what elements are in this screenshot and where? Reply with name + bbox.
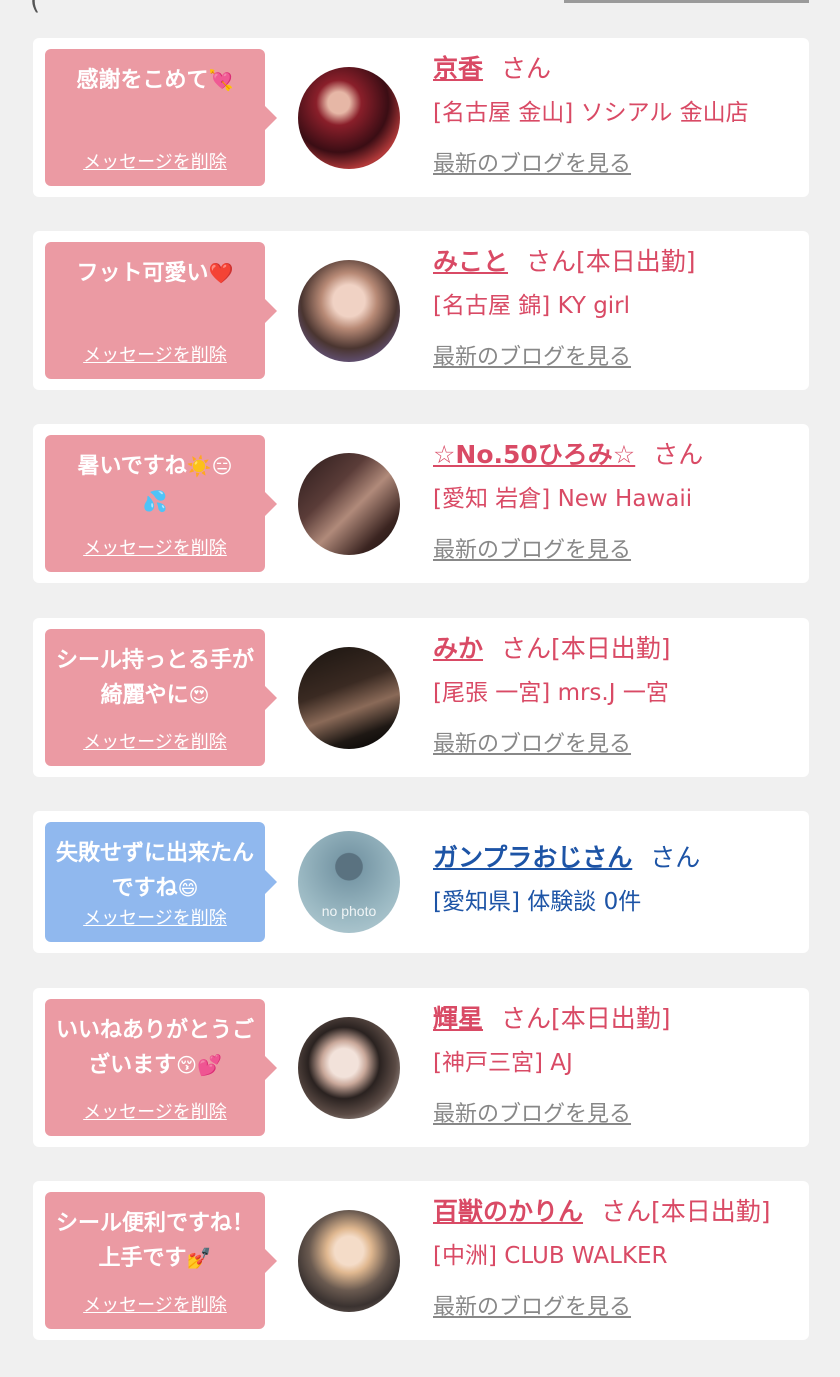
message-bubble: 感謝をこめて💘 メッセージを削除 bbox=[45, 49, 277, 186]
latest-blog-link[interactable]: 最新のブログを見る bbox=[433, 1100, 801, 1130]
delete-message-link[interactable]: メッセージを削除 bbox=[45, 534, 265, 560]
message-text: 感謝をこめて💘 bbox=[76, 68, 234, 93]
latest-blog-link[interactable]: 最新のブログを見る bbox=[433, 343, 801, 373]
honorific: さん bbox=[601, 1197, 652, 1226]
cast-name-link[interactable]: みか bbox=[433, 634, 483, 663]
delete-message-link[interactable]: メッセージを削除 bbox=[45, 1291, 265, 1317]
cast-name-link[interactable]: みこと bbox=[433, 247, 508, 276]
message-text: いいねありがとうございます😚💕 bbox=[55, 1018, 254, 1078]
cast-name-link[interactable]: 百獣のかりん bbox=[433, 1197, 583, 1226]
delete-message-link[interactable]: メッセージを削除 bbox=[45, 728, 265, 754]
attendance-status: [本日出勤] bbox=[551, 1004, 671, 1033]
honorific: さん bbox=[501, 1004, 552, 1033]
message-emoji: ❤️ bbox=[208, 261, 234, 285]
message-emoji: 💘 bbox=[208, 68, 234, 92]
cast-avatar[interactable] bbox=[298, 1017, 400, 1119]
honorific: さん bbox=[653, 440, 704, 469]
delete-message-link[interactable]: メッセージを削除 bbox=[45, 148, 265, 174]
message-card: 失敗せずに出来たんですね😄 メッセージを削除 no photo ガンプラおじさん… bbox=[33, 811, 809, 953]
honorific: さん bbox=[650, 843, 701, 872]
shop-name: [中洲] CLUB WALKER bbox=[433, 1243, 668, 1269]
cast-name-link[interactable]: 京香 bbox=[433, 54, 483, 83]
shop-name: [尾張 一宮] mrs.J 一宮 bbox=[433, 680, 669, 706]
delete-message-link[interactable]: メッセージを削除 bbox=[45, 1098, 265, 1124]
cast-name-link[interactable]: ☆No.50ひろみ☆ bbox=[433, 440, 635, 469]
cast-name-link[interactable]: 輝星 bbox=[433, 1004, 483, 1033]
attendance-status: [本日出勤] bbox=[576, 247, 696, 276]
message-card: いいねありがとうございます😚💕 メッセージを削除 輝星 さん[本日出勤] [神戸三… bbox=[33, 988, 809, 1147]
cast-avatar[interactable] bbox=[298, 67, 400, 169]
message-text: 暑いですね☀️😑💦 bbox=[77, 454, 233, 513]
latest-blog-link[interactable]: 最新のブログを見る bbox=[433, 536, 801, 566]
shop-name: [神戸三宮] AJ bbox=[433, 1050, 573, 1076]
review-count: [愛知県] 体験談 0件 bbox=[433, 889, 642, 915]
message-emoji: 😍 bbox=[188, 683, 210, 707]
message-card: 暑いですね☀️😑💦 メッセージを削除 ☆No.50ひろみ☆ さん [愛知 岩倉] … bbox=[33, 424, 809, 583]
latest-blog-link[interactable]: 最新のブログを見る bbox=[433, 150, 801, 180]
message-bubble: いいねありがとうございます😚💕 メッセージを削除 bbox=[45, 999, 277, 1136]
cast-avatar[interactable] bbox=[298, 647, 400, 749]
message-emoji: 💅 bbox=[186, 1246, 212, 1270]
attendance-status: [本日出勤] bbox=[551, 634, 671, 663]
message-text: シール便利ですね！上手です💅 bbox=[55, 1211, 254, 1271]
message-card: シール便利ですね！上手です💅 メッセージを削除 百獣のかりん さん[本日出勤] [… bbox=[33, 1181, 809, 1340]
message-bubble: シール便利ですね！上手です💅 メッセージを削除 bbox=[45, 1192, 277, 1329]
attendance-status: [本日出勤] bbox=[651, 1197, 771, 1226]
message-card: 感謝をこめて💘 メッセージを削除 京香 さん [名古屋 金山] ソシアル 金山店 … bbox=[33, 38, 809, 197]
no-photo-avatar[interactable]: no photo bbox=[298, 831, 400, 933]
user-name-link[interactable]: ガンプラおじさん bbox=[433, 843, 632, 872]
message-bubble: フット可愛い❤️ メッセージを削除 bbox=[45, 242, 277, 379]
previous-section-fragment: ( bbox=[30, 0, 43, 16]
shop-name: [名古屋 金山] ソシアル 金山店 bbox=[433, 100, 749, 126]
honorific: さん bbox=[501, 54, 552, 83]
shop-name: [愛知 岩倉] New Hawaii bbox=[433, 486, 693, 512]
delete-message-link[interactable]: メッセージを削除 bbox=[45, 904, 265, 930]
previous-section-underline bbox=[564, 0, 809, 3]
honorific: さん bbox=[526, 247, 577, 276]
message-emoji: 😄 bbox=[177, 876, 199, 900]
message-text: シール持っとる手が綺麗やに😍 bbox=[55, 648, 254, 708]
cast-avatar[interactable] bbox=[298, 1210, 400, 1312]
no-photo-label: no photo bbox=[321, 903, 377, 919]
message-emoji: 😚💕 bbox=[176, 1053, 222, 1077]
latest-blog-link[interactable]: 最新のブログを見る bbox=[433, 1293, 801, 1323]
message-bubble: シール持っとる手が綺麗やに😍 メッセージを削除 bbox=[45, 629, 277, 766]
latest-blog-link[interactable]: 最新のブログを見る bbox=[433, 730, 801, 760]
message-text: 失敗せずに出来たんですね😄 bbox=[55, 841, 254, 901]
message-card: フット可愛い❤️ メッセージを削除 みこと さん[本日出勤] [名古屋 錦] KY… bbox=[33, 231, 809, 390]
cast-avatar[interactable] bbox=[298, 260, 400, 362]
shop-name: [名古屋 錦] KY girl bbox=[433, 293, 631, 319]
honorific: さん bbox=[501, 634, 552, 663]
message-bubble: 暑いですね☀️😑💦 メッセージを削除 bbox=[45, 435, 277, 572]
message-text: フット可愛い❤️ bbox=[76, 261, 234, 286]
delete-message-link[interactable]: メッセージを削除 bbox=[45, 341, 265, 367]
message-card: シール持っとる手が綺麗やに😍 メッセージを削除 みか さん[本日出勤] [尾張 一… bbox=[33, 618, 809, 777]
message-bubble: 失敗せずに出来たんですね😄 メッセージを削除 bbox=[45, 822, 277, 942]
cast-avatar[interactable] bbox=[298, 453, 400, 555]
